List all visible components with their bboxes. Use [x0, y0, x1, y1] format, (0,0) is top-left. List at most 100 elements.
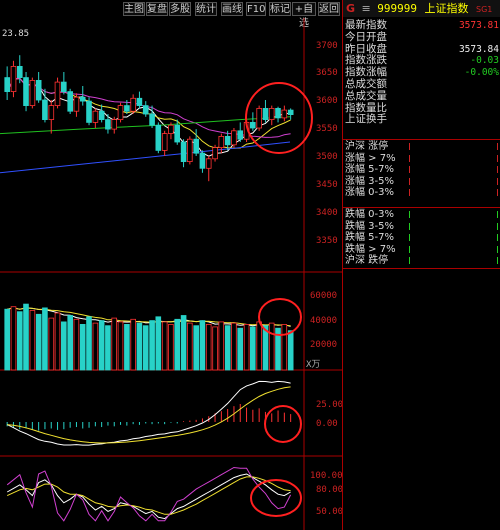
price-tick: 3700	[316, 41, 338, 51]
up-stat-bar	[409, 177, 410, 185]
statistics-button[interactable]: 统计	[195, 2, 217, 16]
volume-tick: 40000	[310, 316, 337, 326]
candle-body	[262, 108, 269, 121]
candle-body	[130, 97, 137, 112]
candle-body	[249, 122, 256, 129]
kdj-axis: 100.00 80.00 50.00	[310, 471, 342, 517]
price-tick: 3350	[316, 236, 338, 246]
candle-body	[168, 124, 174, 134]
down-stat-row: 跌幅 3-5%	[343, 221, 500, 232]
down-stat-bar-right	[497, 234, 498, 242]
up-stat-row: 涨幅 0-3%	[343, 187, 500, 198]
volume-bar	[61, 321, 67, 371]
kline-chart-area[interactable]: 23.85 3700 3650 3600 3550 3500 3450 3400…	[0, 18, 342, 530]
volume-bar	[98, 320, 105, 371]
panel-divider	[343, 268, 500, 269]
quote-field-row: 今日开盘	[343, 30, 500, 44]
kline-chart[interactable]: 23.85 3700 3650 3600 3550 3500 3450 3400…	[0, 18, 342, 530]
candle-body	[42, 99, 48, 121]
candle-body	[142, 105, 149, 115]
volume-bar	[155, 316, 162, 371]
kdj-tick: 50.00	[316, 507, 342, 517]
down-stat-bar-right	[497, 222, 498, 230]
panel-header: G ≡ 999999 上证指数 SG1	[343, 0, 500, 17]
index-name: 上证指数	[424, 2, 469, 15]
volume-tick: 60000	[310, 291, 337, 301]
volume-unit: X万	[306, 360, 320, 370]
quote-field-row: 上证换手	[343, 114, 500, 126]
volume-bar	[136, 322, 143, 371]
price-tick: 3400	[316, 208, 338, 218]
candle-body	[161, 133, 168, 151]
volume-bar	[23, 303, 29, 371]
quote-field-value: 3573.81	[458, 20, 499, 31]
menu-icon[interactable]: ≡	[362, 2, 371, 15]
candle-body	[117, 105, 124, 120]
candle-body	[124, 105, 130, 112]
candlesticks	[4, 55, 294, 182]
sg-tag: SG1	[476, 5, 493, 14]
volume-bar	[16, 311, 23, 371]
kdj-tick: 100.00	[310, 471, 342, 481]
quote-field-label: 今日开盘	[345, 30, 387, 43]
volume-bar	[180, 315, 187, 371]
volume-bar	[149, 320, 155, 371]
quote-field-label: 总成交量	[345, 89, 387, 102]
volume-bar	[174, 318, 181, 371]
down-stat-bar	[409, 257, 410, 265]
up-stat-label: 涨幅 5-7%	[345, 164, 395, 176]
candle-body	[256, 108, 262, 129]
candle-body	[186, 138, 193, 162]
up-stat-label: 涨幅 3-5%	[345, 175, 395, 187]
add-favorite-button[interactable]: +自选	[292, 2, 316, 29]
candle-body	[67, 91, 74, 112]
candle-body	[48, 105, 55, 120]
volume-bar	[281, 323, 288, 371]
macd-dif-line	[6, 380, 291, 446]
mark-button[interactable]: 标记	[269, 2, 291, 16]
candle-body	[29, 80, 36, 107]
up-stat-bar-right	[497, 143, 498, 150]
candle-body	[149, 113, 155, 126]
down-stat-bar	[409, 245, 410, 253]
candle-body	[205, 158, 212, 169]
draw-line-button[interactable]: 画线	[221, 2, 243, 16]
macd-tick: 0.00	[316, 419, 338, 429]
quote-field-value: -0.03	[470, 55, 499, 67]
volume-bar	[256, 321, 262, 371]
back-button[interactable]: 返回	[318, 2, 340, 16]
volume-bar	[73, 318, 80, 371]
volume-bar	[42, 307, 48, 371]
up-stat-bar-right	[497, 154, 498, 162]
volume-axis: 60000 40000 20000 X万	[306, 291, 337, 370]
chart-toolbar: 主图 复盘 多股 统计 画线 F10 标记 +自选 返回	[0, 0, 342, 29]
volume-bar	[67, 315, 74, 371]
candle-body	[193, 138, 200, 154]
panel-divider	[343, 207, 500, 208]
quote-info-panel: G ≡ 999999 上证指数 SG1 最新指数 3573.81 今日开盘 昨日收盘 3…	[342, 0, 500, 530]
volume-bar	[79, 323, 86, 371]
volume-bar	[130, 318, 137, 371]
candle-body	[155, 124, 162, 151]
up-stat-bar	[409, 154, 410, 162]
multi-stock-button[interactable]: 多股	[169, 2, 191, 16]
price-marker: 23.85	[2, 29, 29, 39]
candle-body	[281, 109, 288, 119]
down-stat-bar-right	[497, 245, 498, 253]
up-stat-row: 沪深 涨停	[343, 141, 500, 152]
f10-button[interactable]: F10	[246, 2, 266, 16]
replay-button[interactable]: 复盘	[146, 2, 168, 16]
candle-body	[79, 96, 86, 102]
candle-body	[287, 109, 294, 115]
volume-bar	[117, 321, 124, 371]
candle-body	[92, 110, 99, 123]
main-chart-button[interactable]: 主图	[123, 2, 145, 16]
candle-body	[16, 66, 23, 79]
down-stat-bar-right	[497, 211, 498, 218]
candle-body	[35, 80, 42, 101]
group-letter[interactable]: G	[346, 2, 355, 15]
volume-bar	[86, 316, 92, 371]
up-stat-bar-right	[497, 166, 498, 174]
candle-body	[73, 96, 80, 112]
down-stat-bar	[409, 211, 410, 218]
